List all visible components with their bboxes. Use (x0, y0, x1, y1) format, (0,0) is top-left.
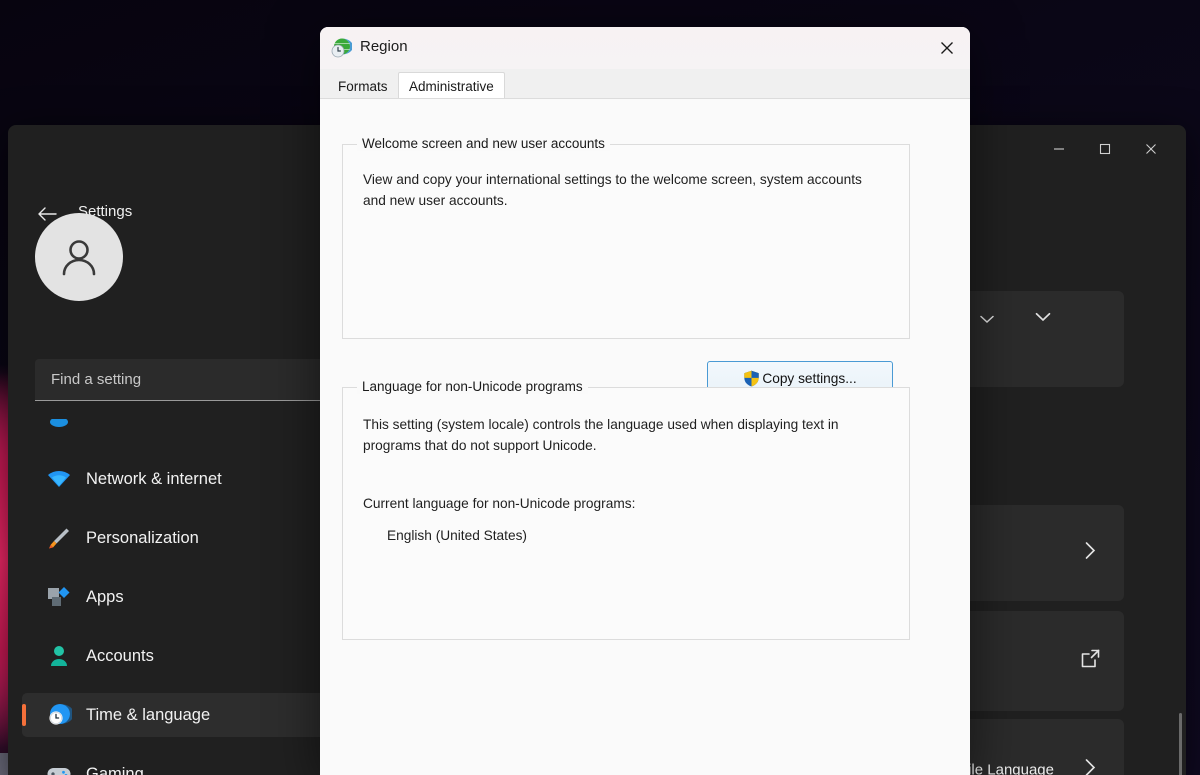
tab-administrative[interactable]: Administrative (398, 72, 505, 100)
minimize-icon[interactable] (1036, 125, 1082, 173)
sidebar-item-apps[interactable]: Apps (22, 575, 338, 619)
sidebar-item-personalization[interactable]: Personalization (22, 516, 338, 560)
chevron-down-icon[interactable] (980, 311, 994, 329)
language-description: This setting (system locale) controls th… (363, 417, 839, 454)
paintbrush-icon (46, 525, 72, 551)
sidebar-item-network-internet[interactable]: Network & internet (22, 457, 338, 501)
card-partial-label: ile Language (968, 761, 1054, 775)
search-box[interactable] (35, 359, 335, 401)
settings-sidebar: Settings Find a setting Network & intern… (8, 173, 338, 775)
sidebar-item-bluetooth-devices[interactable] (22, 419, 338, 441)
sidebar-item-label: Apps (86, 587, 124, 606)
welcome-description: View and copy your international setting… (363, 172, 862, 209)
administrative-tab-panel: Welcome screen and new user accounts Vie… (320, 98, 970, 775)
region-titlebar: Region (320, 27, 970, 69)
current-language-value: English (United States) (387, 528, 527, 543)
groupbox-title: Welcome screen and new user accounts (357, 136, 610, 151)
window-controls (1036, 125, 1186, 173)
current-language-label: Current language for non-Unicode program… (363, 496, 636, 511)
gamepad-icon (46, 761, 72, 775)
region-dialog: Region Formats Administrative Welcome sc… (320, 27, 970, 775)
region-tabstrip: Formats Administrative (320, 69, 970, 100)
chevron-down-icon[interactable] (1035, 309, 1051, 327)
chevron-right-icon[interactable] (1085, 542, 1096, 565)
avatar[interactable] (35, 213, 123, 301)
tab-formats[interactable]: Formats (328, 73, 398, 99)
sidebar-item-label: Accounts (86, 646, 154, 665)
search-input[interactable] (51, 371, 301, 388)
sidebar-item-label: Network & internet (86, 469, 222, 488)
region-globe-clock-icon (330, 37, 353, 59)
content-scrollbar[interactable] (1179, 713, 1182, 775)
groupbox-title: Language for non-Unicode programs (357, 379, 588, 394)
sidebar-item-gaming[interactable]: Gaming (22, 752, 338, 775)
close-icon[interactable] (1128, 125, 1174, 173)
apps-icon (46, 584, 72, 610)
copy-settings-label: Copy settings... (762, 371, 857, 386)
bluetooth-devices-icon (46, 419, 72, 441)
region-dialog-title: Region (360, 38, 408, 55)
accounts-icon (46, 643, 72, 669)
person-icon (62, 240, 96, 276)
sidebar-item-label: Personalization (86, 528, 199, 547)
settings-nav-list: Network & internet Personalization Apps … (22, 419, 338, 775)
time-language-globe-icon (46, 702, 72, 728)
close-icon[interactable] (924, 27, 970, 69)
external-link-icon[interactable] (1081, 649, 1100, 673)
sidebar-item-accounts[interactable]: Accounts (22, 634, 338, 678)
uac-shield-icon (743, 370, 760, 387)
sidebar-item-label: Time & language (86, 705, 211, 724)
maximize-icon[interactable] (1082, 125, 1128, 173)
welcome-screen-groupbox: Welcome screen and new user accounts Vie… (342, 136, 910, 396)
chevron-right-icon[interactable] (1085, 759, 1096, 775)
sidebar-item-label: Gaming (86, 764, 144, 775)
language-non-unicode-groupbox: Language for non-Unicode programs This s… (342, 379, 910, 640)
sidebar-item-time-language[interactable]: Time & language (22, 693, 338, 737)
wifi-icon (46, 466, 72, 492)
